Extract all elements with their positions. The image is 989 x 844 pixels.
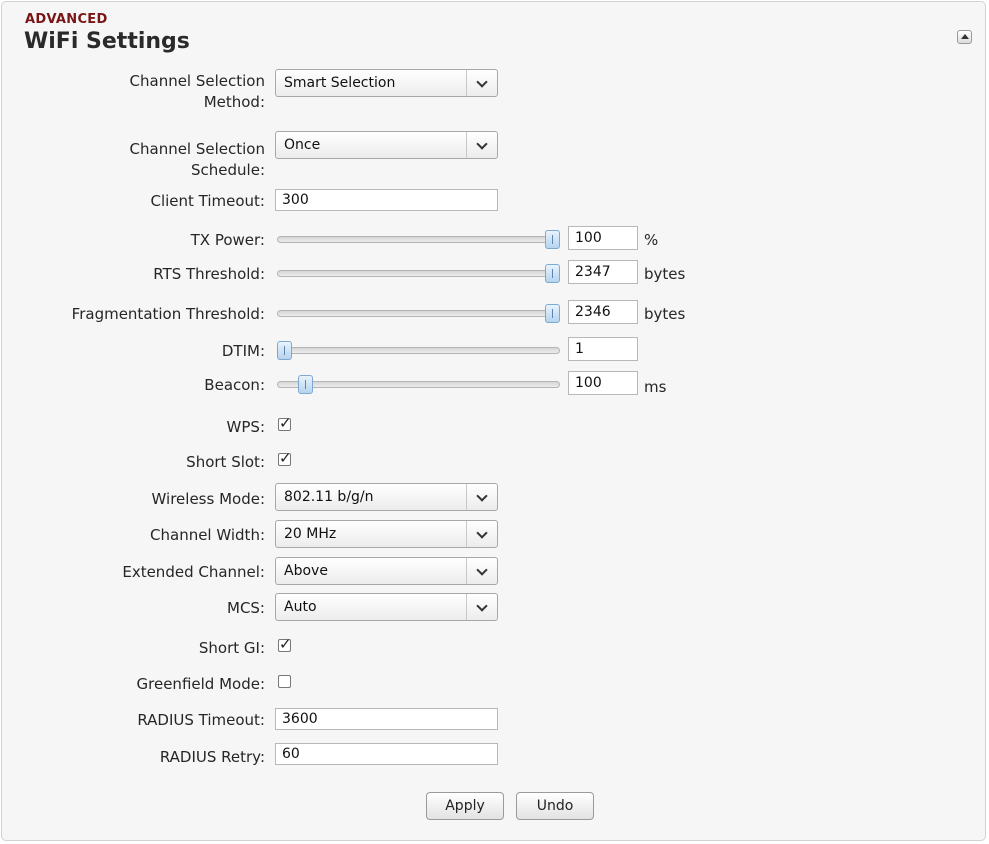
beacon-slider[interactable] [277, 375, 560, 394]
channel-schedule-label-line2: Schedule: [191, 161, 265, 179]
tx-power-slider[interactable] [277, 230, 560, 249]
radius-retry-label: RADIUS Retry: [159, 748, 265, 766]
client-timeout-label: Client Timeout: [150, 192, 265, 210]
rts-threshold-slider-handle[interactable] [545, 264, 560, 283]
mcs-value: Auto [284, 599, 317, 615]
chevron-down-icon [466, 558, 497, 584]
frag-threshold-slider-handle[interactable] [545, 304, 560, 323]
wps-label: WPS: [226, 418, 265, 436]
collapse-icon[interactable] [957, 30, 972, 44]
mcs-label: MCS: [227, 599, 265, 617]
channel-method-label-line2: Method: [203, 93, 265, 111]
chevron-down-icon [466, 521, 497, 547]
channel-method-value: Smart Selection [284, 75, 396, 91]
wireless-mode-label: Wireless Mode: [151, 490, 265, 508]
undo-button[interactable]: Undo [516, 792, 594, 820]
wireless-mode-value: 802.11 b/g/n [284, 489, 374, 505]
short-gi-checkbox[interactable] [278, 635, 292, 653]
frag-threshold-unit: bytes [644, 305, 686, 323]
wps-checkbox[interactable] [278, 414, 292, 432]
greenfield-mode-checkbox[interactable] [278, 675, 291, 688]
short-gi-label: Short GI: [198, 639, 265, 657]
channel-schedule-label-line1: Channel Selection [129, 140, 265, 158]
tx-power-label: TX Power: [190, 231, 265, 249]
channel-width-label: Channel Width: [150, 526, 265, 544]
radius-retry-input[interactable]: 60 [275, 743, 498, 765]
dtim-label: DTIM: [221, 342, 265, 360]
dtim-input[interactable]: 1 [568, 337, 638, 361]
wifi-settings-panel: ADVANCED WiFi Settings Channel Selection… [1, 1, 986, 841]
rts-threshold-label: RTS Threshold: [153, 265, 265, 283]
radius-timeout-input[interactable]: 3600 [275, 708, 498, 730]
rts-threshold-input[interactable]: 2347 [568, 260, 638, 284]
wireless-mode-select[interactable]: 802.11 b/g/n [275, 483, 498, 511]
tx-power-unit: % [644, 231, 659, 249]
channel-schedule-value: Once [284, 137, 321, 153]
chevron-down-icon [466, 594, 497, 620]
extended-channel-select[interactable]: Above [275, 557, 498, 585]
greenfield-mode-label: Greenfield Mode: [136, 675, 265, 693]
frag-threshold-slider[interactable] [277, 304, 560, 323]
channel-width-select[interactable]: 20 MHz [275, 520, 498, 548]
channel-method-label-line1: Channel Selection [129, 72, 265, 90]
mcs-select[interactable]: Auto [275, 593, 498, 621]
extended-channel-value: Above [284, 563, 328, 579]
client-timeout-input[interactable]: 300 [275, 189, 498, 211]
beacon-label: Beacon: [204, 376, 265, 394]
extended-channel-label: Extended Channel: [122, 563, 265, 581]
beacon-slider-handle[interactable] [298, 375, 314, 394]
apply-button[interactable]: Apply [426, 792, 504, 820]
rts-threshold-slider[interactable] [277, 264, 560, 283]
section-title: WiFi Settings [24, 29, 190, 54]
chevron-down-icon [466, 70, 497, 96]
rts-threshold-unit: bytes [644, 265, 686, 283]
short-slot-checkbox[interactable] [278, 449, 292, 467]
beacon-input[interactable]: 100 [568, 371, 638, 395]
channel-width-value: 20 MHz [284, 526, 337, 542]
channel-schedule-select[interactable]: Once [275, 131, 498, 159]
beacon-unit: ms [644, 378, 667, 396]
frag-threshold-label: Fragmentation Threshold: [71, 305, 265, 323]
channel-method-select[interactable]: Smart Selection [275, 69, 498, 97]
chevron-down-icon [466, 132, 497, 158]
tx-power-input[interactable]: 100 [568, 226, 638, 250]
section-label: ADVANCED [25, 12, 108, 27]
frag-threshold-input[interactable]: 2346 [568, 300, 638, 324]
tx-power-slider-handle[interactable] [545, 230, 560, 249]
dtim-slider[interactable] [277, 341, 560, 360]
radius-timeout-label: RADIUS Timeout: [137, 711, 265, 729]
chevron-down-icon [466, 484, 497, 510]
short-slot-label: Short Slot: [186, 453, 265, 471]
dtim-slider-handle[interactable] [277, 341, 292, 360]
